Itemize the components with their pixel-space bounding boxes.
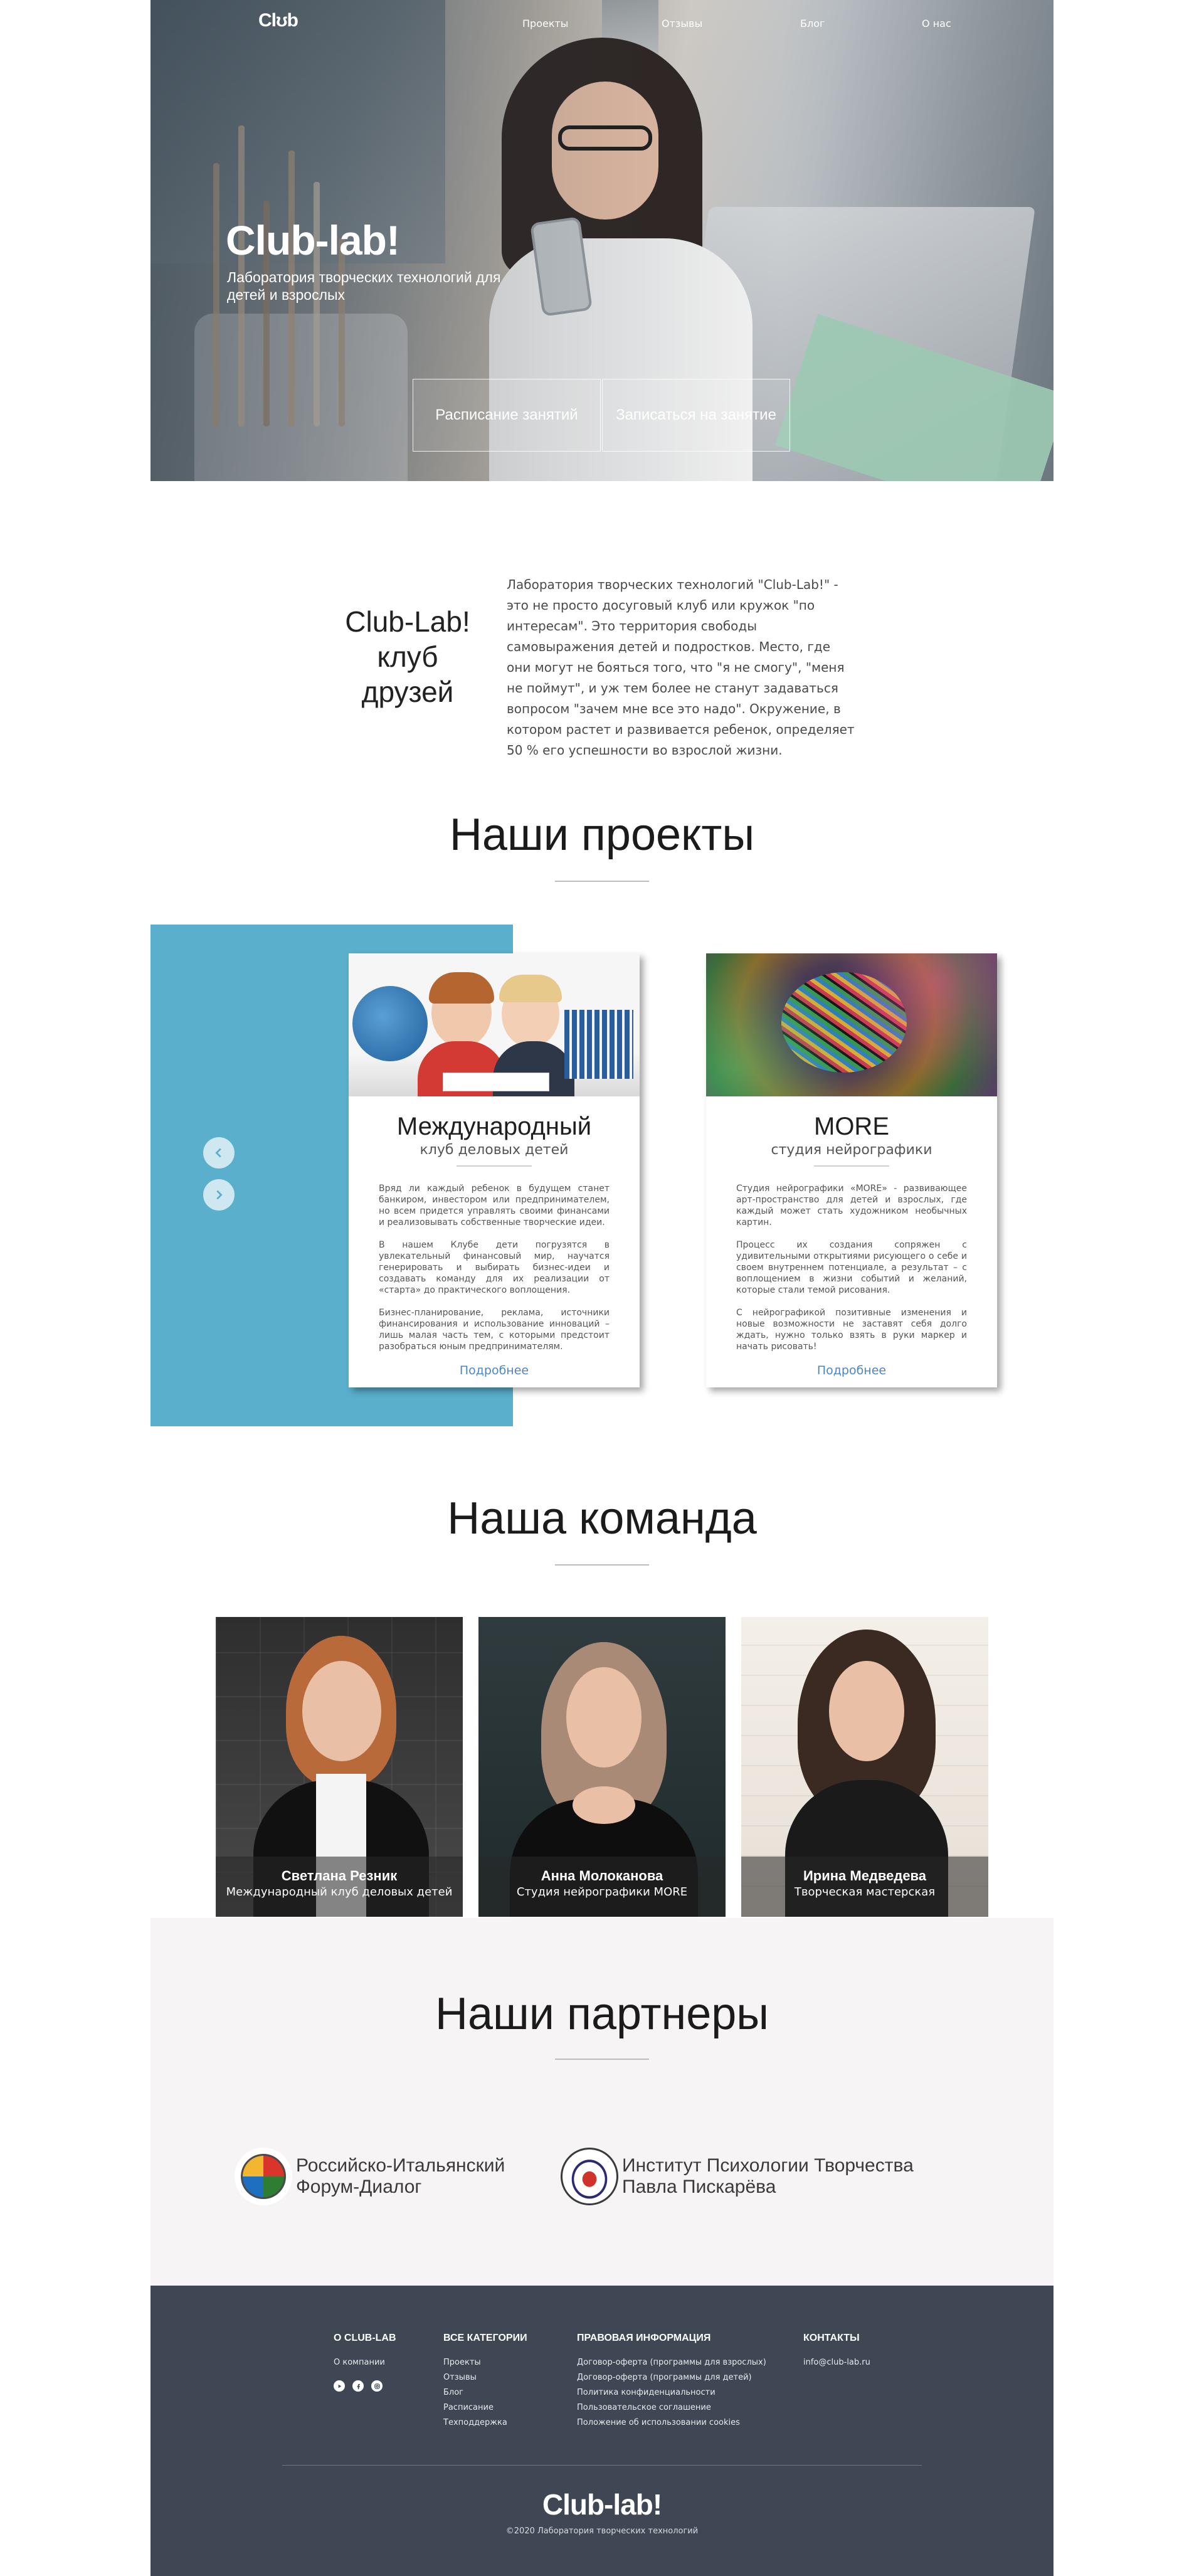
project-card-more-studio: MORE студия нейрографики Студия нейрогра…	[706, 953, 997, 1387]
instagram-icon[interactable]	[371, 2380, 383, 2392]
footer-link-offer-kids[interactable]: Договор-оферта (программы для детей)	[577, 2370, 766, 2385]
facebook-icon[interactable]	[352, 2380, 364, 2392]
logo-small[interactable]: Clʊb	[258, 10, 298, 31]
psychology-institute-logo-icon	[561, 2148, 618, 2205]
project-image-markers	[706, 953, 997, 1096]
project-paragraph: В нашем Клубе дети погрузятся в увлекате…	[379, 1240, 610, 1295]
footer-link-schedule[interactable]: Расписание	[443, 2400, 527, 2415]
nav-link-blog[interactable]: Блог	[800, 18, 825, 29]
project-more-link[interactable]: Подробнее	[349, 1364, 640, 1387]
footer-link-reviews[interactable]: Отзывы	[443, 2370, 527, 2385]
project-paragraph: С нейрографикой позитивные изменения и н…	[736, 1308, 967, 1352]
footer-col-categories: ВСЕ КАТЕГОРИИ Проекты Отзывы Блог Распис…	[443, 2333, 527, 2430]
footer-heading: О CLUB-LAB	[334, 2333, 396, 2343]
project-paragraph: Процесс их создания сопряжен с удивитель…	[736, 1240, 967, 1295]
partner-item[interactable]: Институт Психологии Творчества Павла Пис…	[561, 2148, 973, 2205]
hero-title: Club-lab!	[226, 217, 400, 263]
partners-divider	[555, 2059, 649, 2060]
chevron-right-icon	[216, 1190, 223, 1200]
nav-link-reviews[interactable]: Отзывы	[662, 18, 702, 29]
team-member-card[interactable]: Анна Молоканова Студия нейрографики MORE	[478, 1617, 726, 1917]
project-subtitle: студия нейрографики	[771, 1142, 932, 1158]
partner-name: Российско-Итальянский Форум-Диалог	[296, 2155, 505, 2197]
carousel-next-button[interactable]	[203, 1179, 235, 1211]
project-more-link[interactable]: Подробнее	[706, 1364, 997, 1387]
footer-copyright: ©2020 Лаборатория творческих технологий	[505, 2526, 699, 2536]
nav-link-about[interactable]: О нас	[922, 18, 951, 29]
footer-link-privacy[interactable]: Политика конфиденциальности	[577, 2385, 766, 2400]
team-divider	[555, 1564, 649, 1566]
footer-link-terms[interactable]: Пользовательское соглашение	[577, 2400, 766, 2415]
footer-logo[interactable]: Club-lab!	[150, 2488, 1054, 2521]
member-name: Анна Молоканова	[541, 1868, 663, 1884]
project-paragraph: Бизнес-планирование, реклама, источники …	[379, 1308, 610, 1352]
project-subtitle: клуб деловых детей	[420, 1142, 569, 1158]
project-paragraph: Студия нейрографики «MORE» - развивающее…	[736, 1184, 967, 1227]
footer-link-support[interactable]: Техподдержка	[443, 2415, 527, 2430]
carousel-prev-button[interactable]	[203, 1137, 235, 1169]
chevron-left-icon	[215, 1148, 221, 1158]
partner-item[interactable]: Российско-Итальянский Форум-Диалог	[235, 2148, 509, 2205]
projects-divider	[555, 881, 649, 882]
project-title: MORE	[814, 1113, 889, 1140]
footer-col-contacts: КОНТАКТЫ info@club-lab.ru	[803, 2333, 870, 2370]
nav-link-projects[interactable]: Проекты	[522, 18, 568, 29]
footer-link-projects[interactable]: Проекты	[443, 2355, 527, 2370]
project-title: Международный	[396, 1113, 592, 1140]
member-role: Студия нейрографики MORE	[516, 1885, 688, 1899]
footer-link-cookies[interactable]: Положение об использовании cookies	[577, 2415, 766, 2430]
social-links	[334, 2380, 396, 2392]
projects-heading: Наши проекты	[449, 810, 755, 860]
team-member-card[interactable]: Светлана Резник Международный клуб делов…	[216, 1617, 463, 1917]
team-member-card[interactable]: Ирина Медведева Творческая мастерская	[741, 1617, 988, 1917]
footer-link-email[interactable]: info@club-lab.ru	[803, 2355, 870, 2370]
footer-heading: ПРАВОВАЯ ИНФОРМАЦИЯ	[577, 2333, 711, 2343]
hero-subtitle: Лаборатория творческих технологий для де…	[227, 269, 501, 303]
footer-divider	[282, 2465, 922, 2466]
member-name: Ирина Медведева	[803, 1868, 927, 1884]
top-nav: Clʊb Проекты Отзывы Блог О нас	[150, 0, 1054, 50]
project-paragraph: Вряд ли каждый ребенок в будущем станет …	[379, 1184, 610, 1227]
member-role: Творческая мастерская	[794, 1885, 936, 1899]
youtube-icon[interactable]	[334, 2380, 345, 2392]
footer-link-offer-adults[interactable]: Договор-оферта (программы для взрослых)	[577, 2355, 766, 2370]
signup-button[interactable]: Записаться на занятие	[602, 379, 790, 452]
footer-link-company[interactable]: О компании	[334, 2355, 396, 2370]
footer-col-about: О CLUB-LAB О компании	[334, 2333, 396, 2392]
footer: О CLUB-LAB О компании ВСЕ КАТЕГОРИИ Прое…	[150, 2286, 1054, 2576]
footer-col-legal: ПРАВОВАЯ ИНФОРМАЦИЯ Договор-оферта (прог…	[577, 2333, 766, 2430]
schedule-button[interactable]: Расписание занятий	[413, 379, 601, 452]
partner-name: Институт Психологии Творчества Павла Пис…	[622, 2155, 914, 2197]
footer-heading: ВСЕ КАТЕГОРИИ	[443, 2333, 527, 2343]
footer-link-blog[interactable]: Блог	[443, 2385, 527, 2400]
about-text: Лаборатория творческих технологий "Club-…	[507, 577, 855, 758]
about-title: Club-Lab! клуб друзей	[345, 605, 470, 708]
forum-dialog-logo-icon	[235, 2148, 292, 2205]
member-role: Международный клуб деловых детей	[226, 1885, 453, 1899]
partners-section	[150, 1918, 1054, 2286]
partners-heading: Наши партнеры	[435, 1989, 769, 2039]
footer-heading: КОНТАКТЫ	[803, 2333, 860, 2343]
project-image-kids	[349, 953, 640, 1096]
member-name: Светлана Резник	[281, 1868, 398, 1884]
project-card-business-kids: Международный клуб деловых детей Вряд ли…	[349, 953, 640, 1387]
hero-section: Clʊb Проекты Отзывы Блог О нас Club-lab!…	[150, 0, 1054, 481]
team-heading: Наша команда	[447, 1493, 757, 1544]
page: Clʊb Проекты Отзывы Блог О нас Club-lab!…	[150, 0, 1054, 2576]
